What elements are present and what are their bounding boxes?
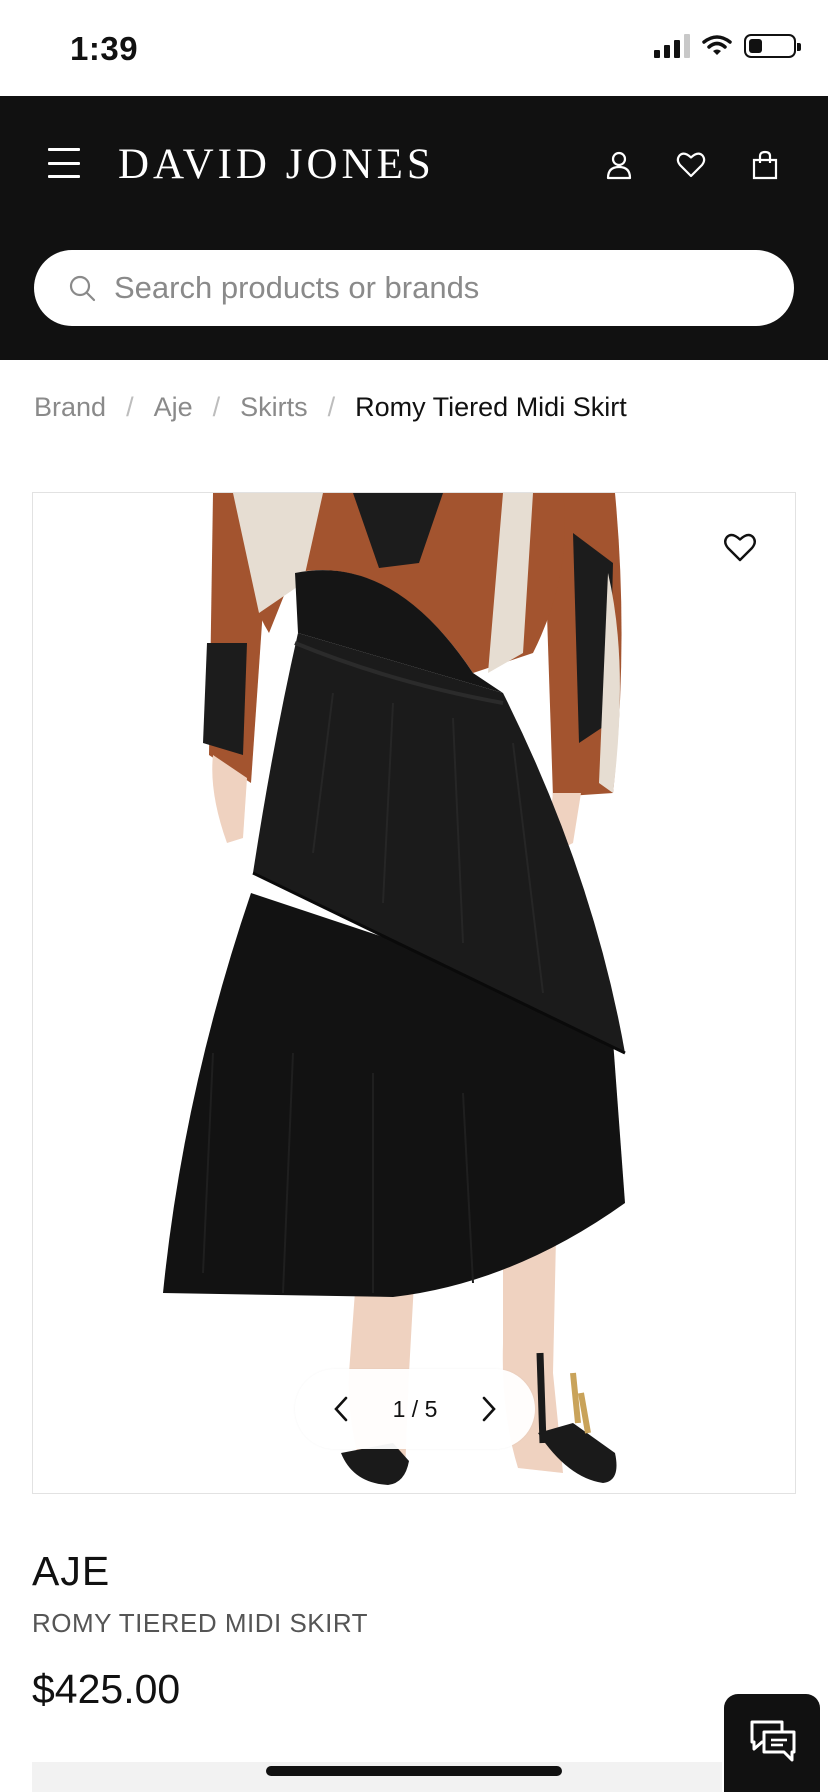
home-indicator <box>266 1766 562 1776</box>
cellular-signal-icon <box>654 34 690 58</box>
wifi-icon <box>702 35 732 55</box>
site-header: DAVID JONES <box>0 96 828 360</box>
chevron-right-icon <box>482 1396 496 1422</box>
product-name: ROMY TIERED MIDI SKIRT <box>32 1608 369 1638</box>
breadcrumb-skirts[interactable]: Skirts <box>240 392 308 423</box>
chat-button[interactable] <box>724 1694 820 1792</box>
product-brand[interactable]: AJE <box>32 1548 110 1595</box>
breadcrumb-separator: / <box>212 392 221 422</box>
site-logo[interactable]: DAVID JONES <box>118 140 435 189</box>
search-bar[interactable] <box>34 250 794 326</box>
shopping-bag-icon[interactable] <box>750 150 780 180</box>
add-to-wishlist-icon[interactable] <box>723 531 757 565</box>
chat-icon <box>750 1720 796 1762</box>
chevron-left-icon <box>334 1396 348 1422</box>
wishlist-icon[interactable] <box>676 150 706 180</box>
account-icon[interactable] <box>604 150 634 180</box>
status-icons <box>654 34 801 58</box>
product-image[interactable] <box>33 493 795 1493</box>
product-price: $425.00 <box>32 1666 181 1712</box>
breadcrumb: Brand / Aje / Skirts / Romy Tiered Midi … <box>34 392 627 423</box>
status-bar: 1:39 <box>0 0 828 96</box>
search-input[interactable] <box>114 250 754 326</box>
battery-icon <box>744 34 801 58</box>
next-image-button[interactable] <box>471 1391 507 1427</box>
status-time: 1:39 <box>70 30 139 67</box>
product-gallery[interactable]: 1 / 5 <box>32 492 796 1494</box>
previous-image-button[interactable] <box>323 1391 359 1427</box>
search-icon <box>69 275 96 302</box>
breadcrumb-aje[interactable]: Aje <box>154 392 193 423</box>
menu-icon[interactable] <box>48 148 80 178</box>
breadcrumb-separator: / <box>327 392 336 422</box>
image-pager: 1 / 5 <box>295 1369 535 1449</box>
breadcrumb-current: Romy Tiered Midi Skirt <box>355 392 627 422</box>
image-counter: 1 / 5 <box>392 1395 438 1422</box>
breadcrumb-brand[interactable]: Brand <box>34 392 106 423</box>
breadcrumb-separator: / <box>126 392 134 422</box>
